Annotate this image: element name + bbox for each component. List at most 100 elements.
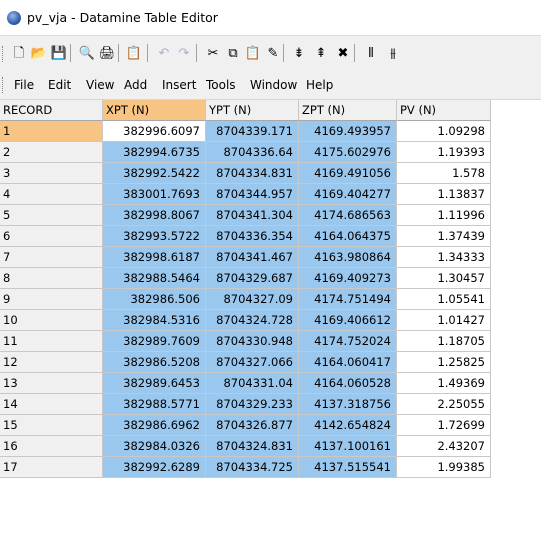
copy-icon[interactable]: ⧉ (224, 43, 242, 63)
table-cell[interactable]: 382989.6453 (103, 373, 206, 394)
table-cell[interactable]: 8704329.687 (206, 268, 299, 289)
record-number-cell[interactable]: 16 (0, 436, 103, 457)
insert-row-after-icon[interactable]: ⇞ (312, 43, 330, 63)
table-cell[interactable]: 1.37439 (397, 226, 491, 247)
table-cell[interactable]: 1.49369 (397, 373, 491, 394)
print-icon[interactable]: 🖨 (98, 43, 116, 63)
insert-row-icon[interactable]: ⇟ (290, 43, 308, 63)
table-cell[interactable]: 8704331.04 (206, 373, 299, 394)
table-cell[interactable]: 4169.409273 (299, 268, 397, 289)
column-header-xpt[interactable]: XPT (N) (103, 100, 206, 121)
table-cell[interactable]: 382986.506 (103, 289, 206, 310)
table-cell[interactable]: 8704334.831 (206, 163, 299, 184)
table-cell[interactable]: 382988.5464 (103, 268, 206, 289)
insert-column-after-icon[interactable]: ⫵ (384, 43, 402, 63)
delete-row-icon[interactable]: ✖ (334, 43, 352, 63)
table-cell[interactable]: 382994.6735 (103, 142, 206, 163)
table-cell[interactable]: 8704336.64 (206, 142, 299, 163)
menu-help[interactable]: Help (306, 78, 333, 92)
table-cell[interactable]: 2.43207 (397, 436, 491, 457)
table-cell[interactable]: 4169.406612 (299, 310, 397, 331)
table-cell[interactable]: 382993.5722 (103, 226, 206, 247)
table-cell[interactable]: 8704339.171 (206, 121, 299, 142)
table-cell[interactable]: 8704341.304 (206, 205, 299, 226)
table-cell[interactable]: 4174.686563 (299, 205, 397, 226)
table-cell[interactable]: 1.34333 (397, 247, 491, 268)
table-cell[interactable]: 1.578 (397, 163, 491, 184)
table-cell[interactable]: 4142.654824 (299, 415, 397, 436)
print-preview-icon[interactable]: 🔍 (78, 43, 96, 63)
record-number-cell[interactable]: 15 (0, 415, 103, 436)
record-number-cell[interactable]: 7 (0, 247, 103, 268)
menu-view[interactable]: View (86, 78, 114, 92)
record-number-cell[interactable]: 3 (0, 163, 103, 184)
table-cell[interactable]: 382992.5422 (103, 163, 206, 184)
table-cell[interactable]: 8704330.948 (206, 331, 299, 352)
table-cell[interactable]: 4175.602976 (299, 142, 397, 163)
table-cell[interactable]: 8704341.467 (206, 247, 299, 268)
menu-file[interactable]: File (14, 78, 34, 92)
table-cell[interactable]: 382989.7609 (103, 331, 206, 352)
table-cell[interactable]: 1.19393 (397, 142, 491, 163)
menu-window[interactable]: Window (250, 78, 297, 92)
table-cell[interactable]: 4169.491056 (299, 163, 397, 184)
table-cell[interactable]: 382986.5208 (103, 352, 206, 373)
table-cell[interactable]: 8704327.09 (206, 289, 299, 310)
edit-icon[interactable]: ✎ (264, 43, 282, 63)
record-number-cell[interactable]: 8 (0, 268, 103, 289)
column-header-zpt[interactable]: ZPT (N) (299, 100, 397, 121)
record-number-cell[interactable]: 5 (0, 205, 103, 226)
table-cell[interactable]: 382988.5771 (103, 394, 206, 415)
menubar-grip-handle[interactable] (2, 77, 6, 93)
record-number-cell[interactable]: 12 (0, 352, 103, 373)
table-cell[interactable]: 1.11996 (397, 205, 491, 226)
table-cell[interactable]: 1.05541 (397, 289, 491, 310)
table-cell[interactable]: 4174.751494 (299, 289, 397, 310)
column-header-record[interactable]: RECORD (0, 100, 103, 121)
table-cell[interactable]: 1.01427 (397, 310, 491, 331)
record-number-cell[interactable]: 9 (0, 289, 103, 310)
table-cell[interactable]: 8704329.233 (206, 394, 299, 415)
record-number-cell[interactable]: 11 (0, 331, 103, 352)
table-cell[interactable]: 4169.404277 (299, 184, 397, 205)
table-cell[interactable]: 8704327.066 (206, 352, 299, 373)
redo-icon[interactable]: ↷ (175, 43, 193, 63)
table-cell[interactable]: 1.18705 (397, 331, 491, 352)
column-header-ypt[interactable]: YPT (N) (206, 100, 299, 121)
save-icon[interactable]: 💾 (50, 43, 68, 63)
table-cell[interactable]: 4169.493957 (299, 121, 397, 142)
menu-edit[interactable]: Edit (48, 78, 71, 92)
cut-icon[interactable]: ✂ (204, 43, 222, 63)
column-header-pv[interactable]: PV (N) (397, 100, 491, 121)
record-number-cell[interactable]: 14 (0, 394, 103, 415)
record-number-cell[interactable]: 13 (0, 373, 103, 394)
table-cell[interactable]: 382984.5316 (103, 310, 206, 331)
record-number-cell[interactable]: 10 (0, 310, 103, 331)
table-cell[interactable]: 8704326.877 (206, 415, 299, 436)
table-cell[interactable]: 4174.752024 (299, 331, 397, 352)
table-cell[interactable]: 382984.0326 (103, 436, 206, 457)
table-cell[interactable]: 8704336.354 (206, 226, 299, 247)
record-number-cell[interactable]: 4 (0, 184, 103, 205)
table-cell[interactable]: 1.72699 (397, 415, 491, 436)
record-number-cell[interactable]: 6 (0, 226, 103, 247)
table-cell[interactable]: 4137.318756 (299, 394, 397, 415)
menu-insert[interactable]: Insert (162, 78, 196, 92)
table-cell[interactable]: 8704344.957 (206, 184, 299, 205)
insert-column-icon[interactable]: ⫴ (362, 43, 380, 63)
table-cell[interactable]: 4164.064375 (299, 226, 397, 247)
table-cell[interactable]: 4137.515541 (299, 457, 397, 478)
open-folder-icon[interactable]: 📂 (30, 43, 48, 63)
table-cell[interactable]: 383001.7693 (103, 184, 206, 205)
table-cell[interactable]: 8704334.725 (206, 457, 299, 478)
record-number-cell[interactable]: 17 (0, 457, 103, 478)
table-cell[interactable]: 1.09298 (397, 121, 491, 142)
new-icon[interactable]: 🗋 (10, 43, 28, 63)
properties-icon[interactable]: 📋 (125, 43, 143, 63)
record-number-cell[interactable]: 1 (0, 121, 103, 142)
table-cell[interactable]: 382998.8067 (103, 205, 206, 226)
table-cell[interactable]: 1.30457 (397, 268, 491, 289)
table-cell[interactable]: 8704324.831 (206, 436, 299, 457)
table-cell[interactable]: 4137.100161 (299, 436, 397, 457)
table-cell[interactable]: 4164.060417 (299, 352, 397, 373)
